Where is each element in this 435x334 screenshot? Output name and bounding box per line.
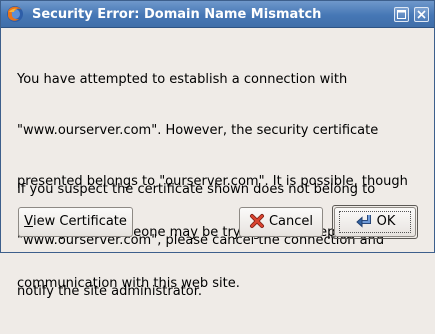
ok-button[interactable]: OK — [334, 207, 416, 237]
mnemonic-letter: V — [24, 214, 33, 229]
message-line: You have attempted to establish a connec… — [17, 72, 348, 87]
close-button[interactable] — [414, 7, 429, 22]
title-bar[interactable]: Security Error: Domain Name Mismatch — [1, 1, 434, 28]
firefox-icon — [7, 6, 23, 22]
cancel-x-icon — [249, 213, 264, 228]
message-paragraph-2: If you suspect the certificate shown doe… — [17, 147, 422, 334]
message-line: If you suspect the certificate shown doe… — [17, 182, 376, 197]
focus-ring — [339, 211, 411, 233]
view-certificate-button[interactable]: View Certificate — [18, 207, 133, 237]
button-label: iew Certificate — [33, 214, 127, 229]
close-icon — [417, 10, 426, 19]
dialog-window: Security Error: Domain Name Mismatch You… — [0, 0, 435, 299]
cancel-button[interactable]: Cancel — [239, 207, 323, 237]
message-line: notify the site administrator. — [17, 284, 203, 299]
window-title: Security Error: Domain Name Mismatch — [32, 7, 322, 22]
message-line: "www.ourserver.com". However, the securi… — [17, 123, 379, 138]
button-label: Cancel — [268, 214, 314, 229]
maximize-icon — [397, 10, 406, 19]
maximize-button[interactable] — [394, 7, 409, 22]
